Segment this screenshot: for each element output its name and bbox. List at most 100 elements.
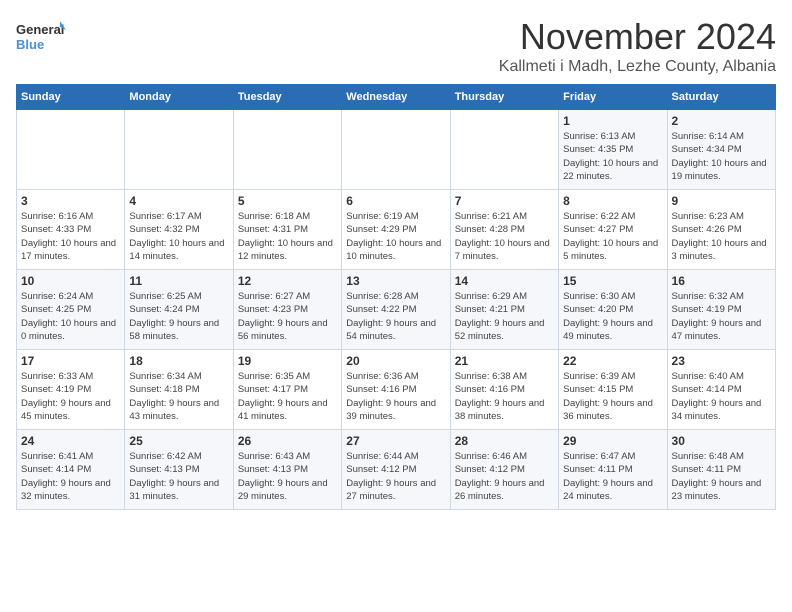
calendar-cell: 20Sunrise: 6:36 AM Sunset: 4:16 PM Dayli… <box>342 350 450 430</box>
calendar-cell: 11 Sunrise: 6:25 AM Sunset: 4:24 PM Dayli… <box>125 270 233 350</box>
day-detail: Sunrise: 6:39 AM Sunset: 4:15 PM Dayligh… <box>563 370 662 423</box>
calendar-cell <box>125 110 233 190</box>
day-detail: Sunrise: 6:14 AM Sunset: 4:34 PM Dayligh… <box>672 130 771 183</box>
day-number: 17 <box>21 354 120 368</box>
day-number: 13 <box>346 274 445 288</box>
header-friday: Friday <box>559 85 667 110</box>
calendar-cell: 3 Sunrise: 6:16 AM Sunset: 4:33 PM Daylig… <box>17 190 125 270</box>
calendar-cell: 1Sunrise: 6:13 AM Sunset: 4:35 PM Daylig… <box>559 110 667 190</box>
calendar-cell: 12Sunrise: 6:27 AM Sunset: 4:23 PM Dayli… <box>233 270 341 350</box>
calendar-cell: 13 Sunrise: 6:28 AM Sunset: 4:22 PM Dayli… <box>342 270 450 350</box>
calendar-cell: 17 Sunrise: 6:33 AM Sunset: 4:19 PM Dayli… <box>17 350 125 430</box>
day-detail: Sunrise: 6:46 AM Sunset: 4:12 PM Dayligh… <box>455 450 554 503</box>
day-number: 26 <box>238 434 337 448</box>
day-detail: Sunrise: 6:34 AM Sunset: 4:18 PM Dayligh… <box>129 370 228 423</box>
logo: General Blue <box>16 16 66 60</box>
calendar-cell: 6 Sunrise: 6:19 AM Sunset: 4:29 PM Daylig… <box>342 190 450 270</box>
day-number: 24 <box>21 434 120 448</box>
calendar-cell: 28 Sunrise: 6:46 AM Sunset: 4:12 PM Dayli… <box>450 430 558 510</box>
header-sunday: Sunday <box>17 85 125 110</box>
calendar-cell: 23Sunrise: 6:40 AM Sunset: 4:14 PM Dayli… <box>667 350 775 430</box>
calendar-cell: 2 Sunrise: 6:14 AM Sunset: 4:34 PM Daylig… <box>667 110 775 190</box>
day-number: 9 <box>672 194 771 208</box>
calendar-cell: 14 Sunrise: 6:29 AM Sunset: 4:21 PM Dayli… <box>450 270 558 350</box>
calendar-cell: 29 Sunrise: 6:47 AM Sunset: 4:11 PM Dayli… <box>559 430 667 510</box>
day-detail: Sunrise: 6:33 AM Sunset: 4:19 PM Dayligh… <box>21 370 120 423</box>
calendar-cell: 18 Sunrise: 6:34 AM Sunset: 4:18 PM Dayli… <box>125 350 233 430</box>
calendar-cell: 30Sunrise: 6:48 AM Sunset: 4:11 PM Dayli… <box>667 430 775 510</box>
day-number: 3 <box>21 194 120 208</box>
calendar-cell: 25Sunrise: 6:42 AM Sunset: 4:13 PM Dayli… <box>125 430 233 510</box>
calendar-cell <box>450 110 558 190</box>
calendar-week-row: 24 Sunrise: 6:41 AM Sunset: 4:14 PM Dayli… <box>17 430 776 510</box>
day-detail: Sunrise: 6:22 AM Sunset: 4:27 PM Dayligh… <box>563 210 662 263</box>
day-number: 2 <box>672 114 771 128</box>
day-detail: Sunrise: 6:30 AM Sunset: 4:20 PM Dayligh… <box>563 290 662 343</box>
calendar-cell <box>233 110 341 190</box>
day-detail: Sunrise: 6:19 AM Sunset: 4:29 PM Dayligh… <box>346 210 445 263</box>
calendar-week-row: 10 Sunrise: 6:24 AM Sunset: 4:25 PM Dayli… <box>17 270 776 350</box>
page-header: General Blue November 2024 Kallmeti i Ma… <box>16 16 776 76</box>
day-number: 30 <box>672 434 771 448</box>
calendar-cell <box>17 110 125 190</box>
header-tuesday: Tuesday <box>233 85 341 110</box>
day-number: 11 <box>129 274 228 288</box>
day-number: 25 <box>129 434 228 448</box>
calendar-week-row: 1Sunrise: 6:13 AM Sunset: 4:35 PM Daylig… <box>17 110 776 190</box>
calendar-cell: 24 Sunrise: 6:41 AM Sunset: 4:14 PM Dayli… <box>17 430 125 510</box>
calendar-header-row: SundayMondayTuesdayWednesdayThursdayFrid… <box>17 85 776 110</box>
day-number: 10 <box>21 274 120 288</box>
calendar-cell: 26 Sunrise: 6:43 AM Sunset: 4:13 PM Dayli… <box>233 430 341 510</box>
calendar-cell: 16 Sunrise: 6:32 AM Sunset: 4:19 PM Dayli… <box>667 270 775 350</box>
day-number: 19 <box>238 354 337 368</box>
calendar-cell: 21Sunrise: 6:38 AM Sunset: 4:16 PM Dayli… <box>450 350 558 430</box>
location-title: Kallmeti i Madh, Lezhe County, Albania <box>499 58 776 76</box>
day-number: 16 <box>672 274 771 288</box>
day-detail: Sunrise: 6:21 AM Sunset: 4:28 PM Dayligh… <box>455 210 554 263</box>
calendar-cell: 4 Sunrise: 6:17 AM Sunset: 4:32 PM Daylig… <box>125 190 233 270</box>
day-detail: Sunrise: 6:24 AM Sunset: 4:25 PM Dayligh… <box>21 290 120 343</box>
header-monday: Monday <box>125 85 233 110</box>
day-number: 8 <box>563 194 662 208</box>
day-detail: Sunrise: 6:35 AM Sunset: 4:17 PM Dayligh… <box>238 370 337 423</box>
day-number: 18 <box>129 354 228 368</box>
day-detail: Sunrise: 6:29 AM Sunset: 4:21 PM Dayligh… <box>455 290 554 343</box>
day-number: 4 <box>129 194 228 208</box>
day-detail: Sunrise: 6:25 AM Sunset: 4:24 PM Dayligh… <box>129 290 228 343</box>
calendar-cell <box>342 110 450 190</box>
day-detail: Sunrise: 6:16 AM Sunset: 4:33 PM Dayligh… <box>21 210 120 263</box>
calendar-week-row: 17 Sunrise: 6:33 AM Sunset: 4:19 PM Dayli… <box>17 350 776 430</box>
day-detail: Sunrise: 6:36 AM Sunset: 4:16 PM Dayligh… <box>346 370 445 423</box>
calendar-cell: 27Sunrise: 6:44 AM Sunset: 4:12 PM Dayli… <box>342 430 450 510</box>
day-number: 7 <box>455 194 554 208</box>
day-number: 12 <box>238 274 337 288</box>
header-thursday: Thursday <box>450 85 558 110</box>
month-title: November 2024 <box>499 16 776 58</box>
svg-text:General: General <box>16 22 64 37</box>
day-detail: Sunrise: 6:28 AM Sunset: 4:22 PM Dayligh… <box>346 290 445 343</box>
day-number: 15 <box>563 274 662 288</box>
day-detail: Sunrise: 6:13 AM Sunset: 4:35 PM Dayligh… <box>563 130 662 183</box>
day-number: 29 <box>563 434 662 448</box>
logo-svg: General Blue <box>16 16 66 60</box>
day-detail: Sunrise: 6:17 AM Sunset: 4:32 PM Dayligh… <box>129 210 228 263</box>
day-number: 5 <box>238 194 337 208</box>
day-number: 14 <box>455 274 554 288</box>
day-number: 21 <box>455 354 554 368</box>
day-number: 28 <box>455 434 554 448</box>
day-detail: Sunrise: 6:23 AM Sunset: 4:26 PM Dayligh… <box>672 210 771 263</box>
day-number: 23 <box>672 354 771 368</box>
calendar-cell: 19 Sunrise: 6:35 AM Sunset: 4:17 PM Dayli… <box>233 350 341 430</box>
calendar-week-row: 3 Sunrise: 6:16 AM Sunset: 4:33 PM Daylig… <box>17 190 776 270</box>
day-detail: Sunrise: 6:18 AM Sunset: 4:31 PM Dayligh… <box>238 210 337 263</box>
calendar-table: SundayMondayTuesdayWednesdayThursdayFrid… <box>16 84 776 510</box>
day-number: 22 <box>563 354 662 368</box>
day-detail: Sunrise: 6:47 AM Sunset: 4:11 PM Dayligh… <box>563 450 662 503</box>
day-number: 6 <box>346 194 445 208</box>
day-detail: Sunrise: 6:32 AM Sunset: 4:19 PM Dayligh… <box>672 290 771 343</box>
calendar-cell: 10 Sunrise: 6:24 AM Sunset: 4:25 PM Dayli… <box>17 270 125 350</box>
day-detail: Sunrise: 6:43 AM Sunset: 4:13 PM Dayligh… <box>238 450 337 503</box>
day-detail: Sunrise: 6:41 AM Sunset: 4:14 PM Dayligh… <box>21 450 120 503</box>
day-detail: Sunrise: 6:44 AM Sunset: 4:12 PM Dayligh… <box>346 450 445 503</box>
calendar-cell: 22 Sunrise: 6:39 AM Sunset: 4:15 PM Dayli… <box>559 350 667 430</box>
